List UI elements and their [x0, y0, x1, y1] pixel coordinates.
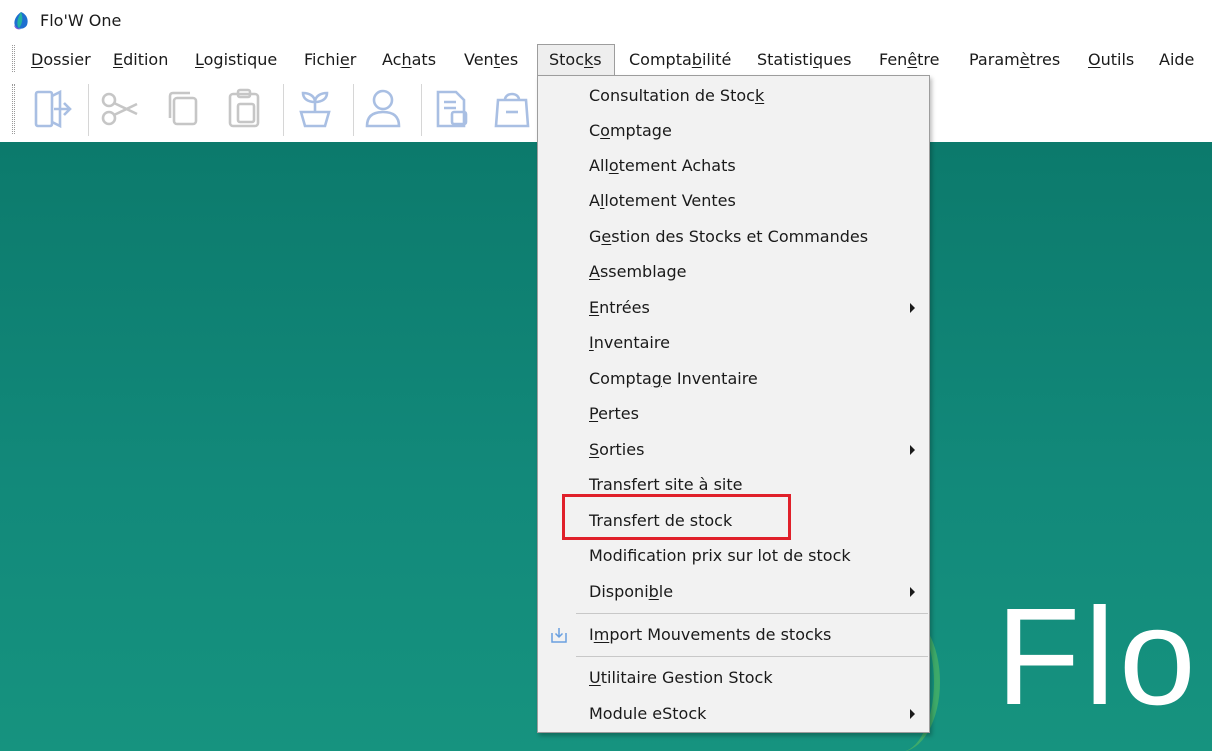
- window-title: Flo'W One: [40, 11, 122, 30]
- menu-compta-b: ilité: [701, 50, 732, 69]
- menu-logistique[interactable]: Logistique: [195, 46, 277, 74]
- menu-item-assemblage[interactable]: Assemblage: [538, 255, 929, 289]
- lbl: A: [589, 191, 600, 210]
- menu-statistiques[interactable]: Statistiques: [757, 46, 852, 74]
- lbl: G: [589, 227, 602, 246]
- lbl: tement Achats: [618, 156, 736, 175]
- menu-item-allotement-achats[interactable]: Allotement Achats: [538, 149, 929, 183]
- flow-logo-icon: [14, 12, 28, 30]
- menu-item-modification-prix-lot[interactable]: Modification prix sur lot de stock: [538, 539, 929, 573]
- lbl: port Mouvements de stocks: [609, 625, 832, 644]
- menu-item-comptage-inventaire[interactable]: Comptage Inventaire: [538, 362, 929, 396]
- menu-fichier-b: r: [349, 50, 357, 69]
- menu-edition[interactable]: Edition: [113, 46, 168, 74]
- document-icon[interactable]: [428, 84, 476, 134]
- menu-ventes-b: es: [499, 50, 519, 69]
- stocks-dropdown-menu: Consultation de Stock Comptage Allotemen…: [537, 75, 930, 733]
- menu-dossier[interactable]: Dossier: [31, 46, 91, 74]
- menu-stat-b: ues: [823, 50, 852, 69]
- menu-aide[interactable]: Aide: [1159, 46, 1194, 74]
- menu-fen-b: tre: [917, 50, 940, 69]
- menu-outils[interactable]: Outils: [1088, 46, 1134, 74]
- menu-logistique-rest: ogistique: [203, 50, 278, 69]
- submenu-arrow-icon: [910, 709, 915, 719]
- paste-icon[interactable]: [220, 84, 268, 134]
- submenu-arrow-icon: [910, 303, 915, 313]
- lbl: Module eStock: [589, 704, 707, 723]
- menu-achats-a: Ac: [382, 50, 402, 69]
- menu-separator: [576, 613, 928, 614]
- menu-item-sorties[interactable]: Sorties: [538, 433, 929, 467]
- menu-item-comptage[interactable]: Comptage: [538, 114, 929, 148]
- lbl: lotement Ventes: [604, 191, 736, 210]
- menu-item-gestion-stocks-commandes[interactable]: Gestion des Stocks et Commandes: [538, 220, 929, 254]
- menu-stocks[interactable]: Stocks: [537, 44, 615, 76]
- lbl: e Inventaire: [661, 369, 758, 388]
- menu-item-pertes[interactable]: Pertes: [538, 397, 929, 431]
- lbl: mptage: [609, 121, 672, 140]
- toolbar-separator: [88, 84, 89, 136]
- lbl: ssemblage: [599, 262, 687, 281]
- menu-fenetre[interactable]: Fenêtre: [879, 46, 940, 74]
- cut-icon[interactable]: [97, 84, 145, 134]
- lbl: stion des Stocks et Commandes: [611, 227, 869, 246]
- shopping-bag-icon[interactable]: [488, 84, 536, 134]
- menu-stat-a: Statisti: [757, 50, 814, 69]
- title-bar: Flo'W One: [0, 0, 1212, 40]
- submenu-arrow-icon: [910, 587, 915, 597]
- menu-parametres[interactable]: Paramètres: [969, 46, 1060, 74]
- lbl: nventaire: [593, 333, 670, 352]
- lbl: Compta: [589, 369, 652, 388]
- menu-fen-a: Fen: [879, 50, 908, 69]
- menu-param-b: tres: [1029, 50, 1061, 69]
- toolbar-grip[interactable]: [12, 84, 15, 134]
- menu-comptabilite[interactable]: Comptabilité: [629, 46, 731, 74]
- lbl: orties: [599, 440, 645, 459]
- menu-param-a: Param: [969, 50, 1020, 69]
- menu-ventes-a: Ven: [464, 50, 494, 69]
- menu-item-disponible[interactable]: Disponible: [538, 575, 929, 609]
- menu-item-module-estock[interactable]: Module eStock: [538, 697, 929, 731]
- plant-pot-icon[interactable]: [291, 84, 339, 134]
- user-icon[interactable]: [359, 84, 407, 134]
- import-icon: [551, 628, 567, 643]
- exit-icon[interactable]: [28, 84, 76, 134]
- menu-item-utilitaire-gestion-stock[interactable]: Utilitaire Gestion Stock: [538, 661, 929, 695]
- menu-stocks-b: s: [593, 50, 602, 69]
- menu-dossier-rest: ossier: [43, 50, 91, 69]
- toolbar-separator: [283, 84, 284, 136]
- menu-ventes[interactable]: Ventes: [464, 46, 518, 74]
- lbl: Disponi: [589, 582, 649, 601]
- menu-item-inventaire[interactable]: Inventaire: [538, 326, 929, 360]
- menu-item-consultation-de-stock[interactable]: Consultation de Stock: [538, 79, 929, 113]
- menu-item-allotement-ventes[interactable]: Allotement Ventes: [538, 184, 929, 218]
- lbl: ertes: [598, 404, 639, 423]
- menu-edition-rest: dition: [123, 50, 169, 69]
- menu-achats[interactable]: Achats: [382, 46, 436, 74]
- menu-outils-rest: utils: [1100, 50, 1135, 69]
- menu-stocks-a: Stoc: [549, 50, 585, 69]
- menu-item-import-mouvements[interactable]: Import Mouvements de stocks: [538, 618, 929, 652]
- menubar-grip[interactable]: [12, 45, 15, 72]
- lbl: Consultation de Stoc: [589, 86, 755, 105]
- lbl: le: [658, 582, 674, 601]
- highlight-annotation-box: [562, 494, 791, 540]
- copy-icon[interactable]: [158, 84, 206, 134]
- menu-fichier[interactable]: Fichier: [304, 46, 356, 74]
- toolbar-separator: [421, 84, 422, 136]
- menu-separator: [576, 656, 928, 657]
- menu-compta-a: Compta: [629, 50, 692, 69]
- menu-item-entrees[interactable]: Entrées: [538, 291, 929, 325]
- lbl: tilitaire Gestion Stock: [600, 668, 773, 687]
- menu-fichier-a: Fichi: [304, 50, 340, 69]
- lbl: C: [589, 121, 601, 140]
- brand-logo-text: Flo: [996, 580, 1200, 734]
- toolbar-separator: [353, 84, 354, 136]
- lbl: ntrées: [599, 298, 650, 317]
- menu-achats-b: ats: [411, 50, 437, 69]
- lbl: All: [589, 156, 609, 175]
- submenu-arrow-icon: [910, 445, 915, 455]
